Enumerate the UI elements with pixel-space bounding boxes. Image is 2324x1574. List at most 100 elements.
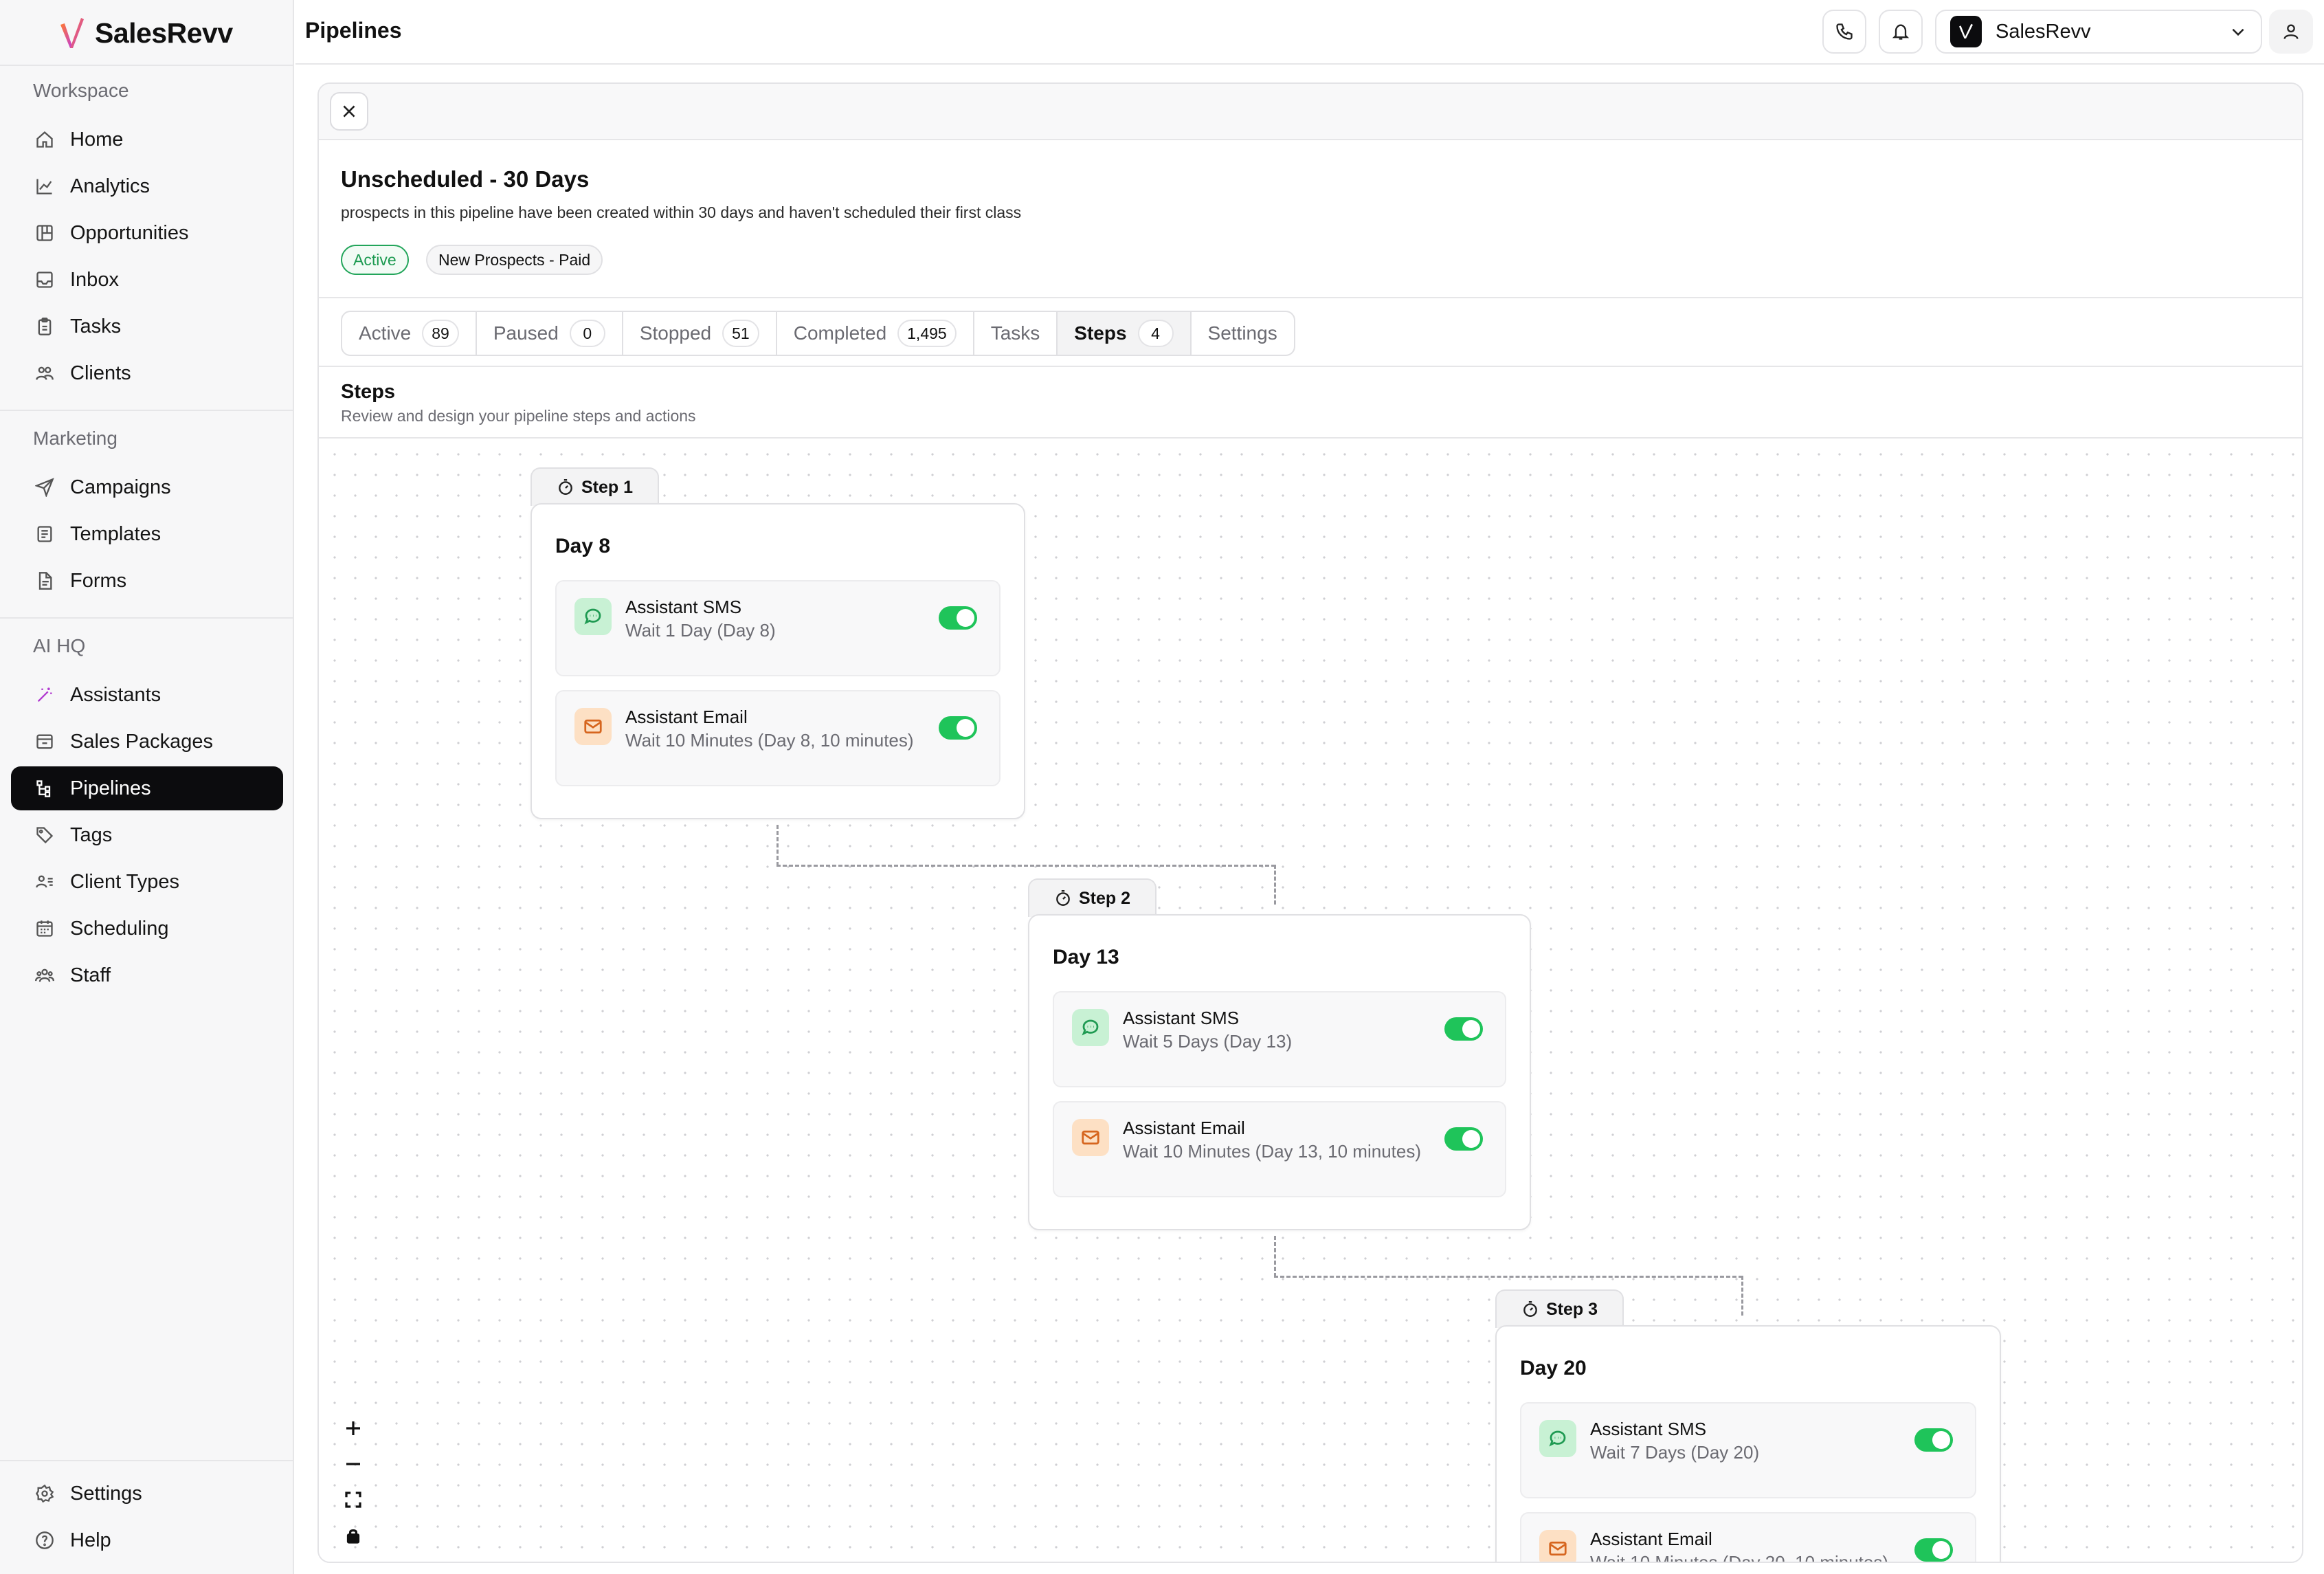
step-connector: [1274, 865, 1276, 905]
phone-button[interactable]: [1822, 10, 1866, 54]
action-enabled-toggle[interactable]: [1444, 1017, 1483, 1041]
step-2-card[interactable]: Day 13 Assistant SMS Wait 5 Days (Day 13…: [1028, 914, 1531, 1230]
tab-active[interactable]: Active 89: [342, 312, 477, 355]
close-button[interactable]: [330, 92, 368, 131]
sidebar-item-client-types[interactable]: Client Types: [11, 860, 283, 904]
lock-canvas-button[interactable]: [339, 1522, 367, 1549]
sidebar-item-label: Clients: [70, 362, 131, 384]
sidebar-item-pipelines[interactable]: Pipelines: [11, 766, 283, 810]
sidebar-item-help[interactable]: Help: [11, 1518, 283, 1562]
zoom-out-button[interactable]: [339, 1450, 367, 1478]
sidebar-item-label: Settings: [70, 1482, 142, 1505]
pipeline-detail-panel: Unscheduled - 30 Days prospects in this …: [317, 82, 2303, 1563]
sidebar-item-assistants[interactable]: Assistants: [11, 673, 283, 717]
action-card-sms[interactable]: Assistant SMS Wait 5 Days (Day 13): [1053, 991, 1506, 1087]
action-wait: Wait 10 Minutes (Day 20, 10 minutes): [1590, 1552, 1888, 1563]
step-3-card[interactable]: Day 20 Assistant SMS Wait 7 Days (Day 20…: [1495, 1325, 2001, 1563]
form-icon: [34, 570, 55, 591]
step-1-tab[interactable]: Step 1: [530, 467, 660, 506]
sidebar-item-staff[interactable]: Staff: [11, 953, 283, 997]
gear-icon: [34, 1483, 55, 1504]
sidebar-divider: [0, 410, 294, 411]
step-day: Day 20: [1520, 1357, 1587, 1379]
tab-steps[interactable]: Steps 4: [1058, 312, 1192, 355]
wand-icon: [34, 685, 55, 705]
sms-chat-icon: [1072, 1009, 1109, 1046]
action-card-sms[interactable]: Assistant SMS Wait 7 Days (Day 20): [1520, 1402, 1976, 1498]
sidebar-item-label: Campaigns: [70, 476, 171, 498]
sms-chat-icon: [574, 598, 612, 635]
step-1-card[interactable]: Day 8 Assistant SMS Wait 1 Day (Day 8) A…: [530, 503, 1025, 819]
zoom-in-button[interactable]: [339, 1415, 367, 1442]
action-card-sms[interactable]: Assistant SMS Wait 1 Day (Day 8): [555, 580, 1001, 676]
action-card-email[interactable]: Assistant Email Wait 10 Minutes (Day 13,…: [1053, 1101, 1506, 1197]
sidebar-item-forms[interactable]: Forms: [11, 559, 283, 603]
organization-select[interactable]: SalesRevv: [1935, 10, 2262, 54]
client-types-icon: [34, 872, 55, 892]
steps-section-subtitle: Review and design your pipeline steps an…: [341, 407, 696, 425]
steps-section-title: Steps: [341, 381, 395, 403]
divider: [319, 366, 2302, 367]
step-3-tab[interactable]: Step 3: [1495, 1289, 1624, 1328]
pipeline-icon: [34, 778, 55, 799]
sidebar-item-tags[interactable]: Tags: [11, 813, 283, 857]
sidebar-item-opportunities[interactable]: Opportunities: [11, 211, 283, 255]
sidebar-item-label: Tags: [70, 823, 113, 846]
sidebar-item-campaigns[interactable]: Campaigns: [11, 465, 283, 509]
sidebar-item-label: Templates: [70, 522, 161, 545]
step-label: Step 2: [1079, 888, 1131, 908]
brand-logo[interactable]: SalesRevv: [58, 14, 233, 52]
action-enabled-toggle[interactable]: [1444, 1127, 1483, 1151]
tab-settings[interactable]: Settings: [1192, 312, 1294, 355]
tab-label: Paused: [493, 322, 559, 344]
sidebar-item-analytics[interactable]: Analytics: [11, 164, 283, 208]
sidebar-item-clients[interactable]: Clients: [11, 351, 283, 395]
user-icon: [2283, 24, 2299, 39]
action-card-email[interactable]: Assistant Email Wait 10 Minutes (Day 8, …: [555, 690, 1001, 786]
step-2-tab[interactable]: Step 2: [1028, 878, 1157, 917]
action-card-email[interactable]: Assistant Email Wait 10 Minutes (Day 20,…: [1520, 1512, 1976, 1563]
action-name: Assistant Email: [1590, 1529, 1712, 1549]
notifications-button[interactable]: [1879, 10, 1923, 54]
sidebar-item-label: Opportunities: [70, 221, 189, 244]
plus-icon: [346, 1421, 360, 1435]
user-menu-button[interactable]: [2269, 10, 2313, 54]
step-label: Step 1: [581, 477, 634, 497]
steps-canvas[interactable]: Step 1 Day 8 Assistant SMS Wait 1 Day (D…: [319, 439, 2302, 1563]
sidebar-item-settings[interactable]: Settings: [11, 1472, 283, 1516]
fit-view-button[interactable]: [339, 1486, 367, 1514]
sidebar-item-tasks[interactable]: Tasks: [11, 304, 283, 348]
tab-completed[interactable]: Completed 1,495: [777, 312, 974, 355]
inbox-icon: [34, 269, 55, 290]
tag-icon: [34, 825, 55, 845]
action-enabled-toggle[interactable]: [1914, 1538, 1953, 1562]
sidebar-item-inbox[interactable]: Inbox: [11, 258, 283, 302]
sidebar-divider: [0, 65, 294, 66]
section-title-ai-hq: AI HQ: [33, 635, 86, 656]
action-enabled-toggle[interactable]: [939, 716, 977, 740]
tab-paused[interactable]: Paused 0: [477, 312, 623, 355]
action-enabled-toggle[interactable]: [939, 606, 977, 630]
clipboard-icon: [34, 316, 55, 337]
minus-icon: [346, 1463, 360, 1465]
step-day: Day 13: [1053, 946, 1119, 968]
tab-tasks[interactable]: Tasks: [974, 312, 1058, 355]
sidebar-item-scheduling[interactable]: Scheduling: [11, 907, 283, 951]
chart-icon: [34, 176, 55, 197]
action-wait: Wait 1 Day (Day 8): [625, 620, 776, 641]
action-name: Assistant SMS: [625, 597, 742, 617]
sidebar-divider: [0, 617, 294, 619]
sidebar-item-sales-packages[interactable]: Sales Packages: [11, 720, 283, 764]
tab-stopped[interactable]: Stopped 51: [623, 312, 777, 355]
action-enabled-toggle[interactable]: [1914, 1428, 1953, 1452]
sidebar-item-home[interactable]: Home: [11, 118, 283, 162]
action-wait: Wait 10 Minutes (Day 8, 10 minutes): [625, 730, 914, 751]
calendar-icon: [34, 918, 55, 939]
step-label: Step 3: [1546, 1299, 1598, 1319]
tab-count: 0: [569, 320, 605, 347]
send-icon: [34, 477, 55, 498]
sidebar-item-label: Staff: [70, 964, 111, 986]
phone-icon: [1836, 23, 1853, 40]
tab-count: 51: [722, 320, 759, 347]
sidebar-item-templates[interactable]: Templates: [11, 512, 283, 556]
